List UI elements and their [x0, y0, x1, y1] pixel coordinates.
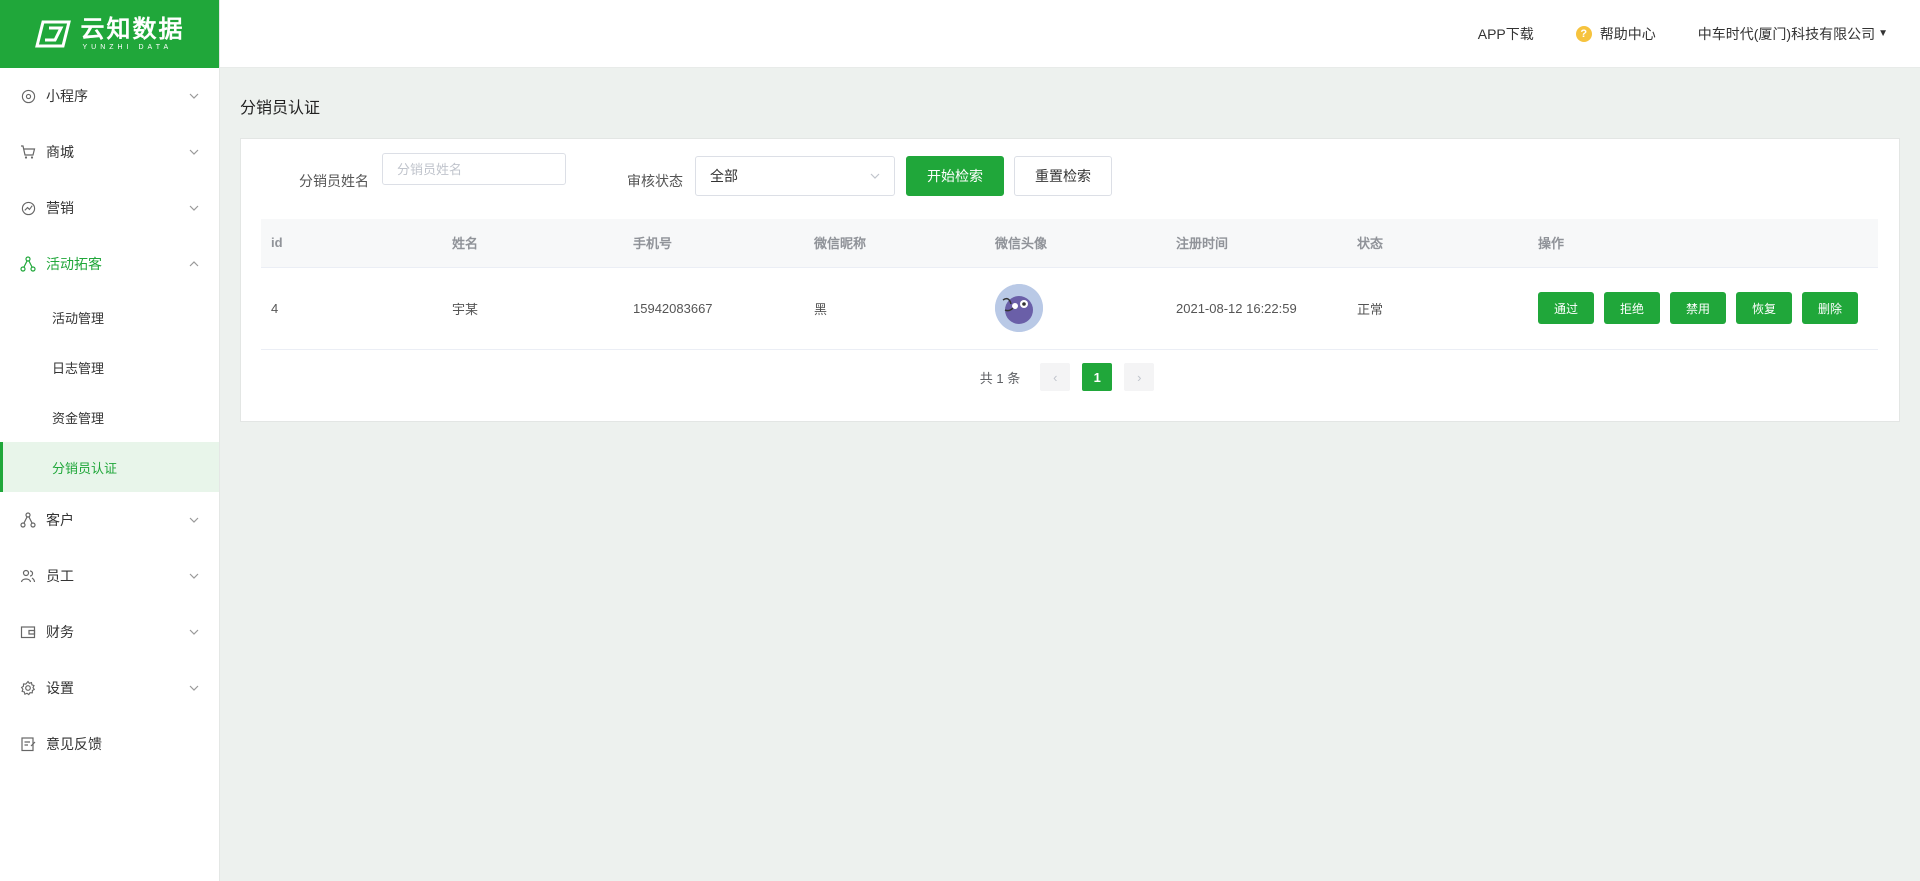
- content-panel: 分销员姓名 审核状态 全部 开始检索 重置检索 id 姓名 手机号 微信昵称 微…: [240, 138, 1900, 422]
- avatar[interactable]: [995, 284, 1043, 332]
- avatar-image: [995, 284, 1043, 332]
- approve-button[interactable]: 通过: [1538, 292, 1594, 324]
- chevron-down-icon: [870, 173, 880, 179]
- column-header-name: 姓名: [442, 219, 623, 268]
- page-title: 分销员认证: [240, 100, 321, 117]
- chevron-down-icon: [189, 573, 199, 579]
- sidebar-item-label: 小程序: [46, 88, 88, 104]
- cart-icon: [20, 144, 36, 160]
- brand-logo[interactable]: 云知数据 YUNZHI DATA: [0, 0, 219, 68]
- gear-icon: [20, 680, 36, 696]
- help-icon: ?: [1575, 25, 1592, 42]
- sidebar-subitem-distributor-auth[interactable]: 分销员认证: [0, 442, 219, 492]
- pagination: 共 1 条 ‹ 1 ›: [241, 363, 1899, 391]
- marketing-icon: [20, 200, 36, 216]
- brand-name: 云知数据: [80, 15, 185, 43]
- column-header-avatar: 微信头像: [985, 219, 1166, 268]
- help-center-link[interactable]: ? 帮助中心: [1575, 24, 1656, 44]
- chevron-down-icon: [189, 517, 199, 523]
- activity-submenu: 活动管理 日志管理 资金管理 分销员认证: [0, 292, 219, 492]
- company-dropdown[interactable]: 中车时代(厦门)科技有限公司 ▼: [1698, 24, 1888, 44]
- distributor-name-input[interactable]: [382, 153, 566, 185]
- reset-button[interactable]: 重置检索: [1014, 156, 1112, 196]
- distributor-table: id 姓名 手机号 微信昵称 微信头像 注册时间 状态 操作 4 宇某 1594…: [261, 219, 1878, 350]
- search-button[interactable]: 开始检索: [906, 156, 1004, 196]
- sidebar-item-mall[interactable]: 商城: [0, 124, 219, 180]
- miniprogram-icon: [20, 88, 36, 104]
- sidebar-item-label: 商城: [46, 144, 74, 160]
- sidebar-item-settings[interactable]: 设置: [0, 660, 219, 716]
- sidebar-item-label: 财务: [46, 624, 74, 640]
- column-header-id: id: [261, 219, 442, 268]
- row-actions: 通过 拒绝 禁用 恢复 删除: [1538, 292, 1878, 324]
- logo-mark-icon: [34, 20, 71, 48]
- reject-button[interactable]: 拒绝: [1604, 292, 1660, 324]
- chevron-down-icon: [189, 149, 199, 155]
- sidebar-subitem-fund-manage[interactable]: 资金管理: [0, 392, 219, 442]
- filter-bar: 分销员姓名 审核状态 全部 开始检索 重置检索: [241, 153, 1899, 199]
- help-center-label: 帮助中心: [1599, 25, 1656, 42]
- staff-icon: [20, 568, 36, 584]
- status-select-value: 全部: [710, 168, 738, 184]
- restore-button[interactable]: 恢复: [1736, 292, 1792, 324]
- sidebar-item-customer[interactable]: 客户: [0, 492, 219, 548]
- column-header-registered: 注册时间: [1166, 219, 1347, 268]
- activity-icon: [20, 256, 36, 272]
- sidebar-item-activity[interactable]: 活动拓客: [0, 236, 219, 292]
- sidebar-item-miniprogram[interactable]: 小程序: [0, 68, 219, 124]
- chevron-down-icon: [189, 205, 199, 211]
- disable-button[interactable]: 禁用: [1670, 292, 1726, 324]
- delete-button[interactable]: 删除: [1802, 292, 1858, 324]
- status-select[interactable]: 全部: [695, 156, 895, 196]
- cell-nickname: 黑: [814, 301, 828, 317]
- sidebar-item-label: 活动拓客: [46, 256, 102, 272]
- cell-registered: 2021-08-12 16:22:59: [1176, 300, 1297, 316]
- pagination-total: 共 1 条: [979, 370, 1021, 386]
- sidebar-item-staff[interactable]: 员工: [0, 548, 219, 604]
- sidebar-item-feedback[interactable]: 意见反馈: [0, 716, 219, 772]
- next-page-button[interactable]: ›: [1124, 363, 1155, 391]
- caret-down-icon: ▼: [1878, 28, 1888, 39]
- sidebar-menu: 小程序 商城 营销 活动拓客 活动管理 日志管理 资金管理 分销员认证 客户 员…: [0, 68, 219, 772]
- page-number-current[interactable]: 1: [1082, 363, 1113, 391]
- status-filter-label: 审核状态: [627, 173, 683, 189]
- sidebar-item-label: 设置: [46, 680, 74, 696]
- sidebar: 云知数据 YUNZHI DATA 小程序 商城 营销 活动拓客 活动管理 日志管…: [0, 0, 220, 881]
- company-name: 中车时代(厦门)科技有限公司: [1697, 25, 1876, 42]
- cell-phone: 15942083667: [633, 300, 713, 316]
- column-header-status: 状态: [1347, 219, 1528, 268]
- column-header-actions: 操作: [1528, 219, 1878, 268]
- feedback-icon: [20, 736, 36, 752]
- chevron-down-icon: [189, 93, 199, 99]
- sidebar-item-label: 营销: [46, 200, 74, 216]
- chevron-down-icon: [189, 629, 199, 635]
- sidebar-item-label: 员工: [46, 568, 74, 584]
- cell-status: 正常: [1357, 301, 1384, 317]
- name-filter-label: 分销员姓名: [299, 173, 369, 189]
- column-header-phone: 手机号: [623, 219, 804, 268]
- table-row: 4 宇某 15942083667 黑 2021-08-12 16:22:59 正…: [261, 267, 1878, 349]
- wallet-icon: [20, 624, 36, 640]
- sidebar-item-label: 客户: [46, 512, 74, 528]
- cell-name: 宇某: [452, 301, 479, 317]
- brand-name-en: YUNZHI DATA: [82, 43, 173, 51]
- table-header-row: id 姓名 手机号 微信昵称 微信头像 注册时间 状态 操作: [261, 219, 1878, 268]
- app-download-link[interactable]: APP下载: [1478, 24, 1534, 44]
- sidebar-subitem-activity-manage[interactable]: 活动管理: [0, 292, 219, 342]
- chevron-down-icon: [189, 685, 199, 691]
- chevron-up-icon: [189, 261, 199, 267]
- top-header: APP下载 ? 帮助中心 中车时代(厦门)科技有限公司 ▼: [220, 0, 1920, 68]
- sidebar-item-label: 意见反馈: [46, 736, 102, 752]
- column-header-nickname: 微信昵称: [804, 219, 985, 268]
- prev-page-button[interactable]: ‹: [1040, 363, 1071, 391]
- sidebar-item-finance[interactable]: 财务: [0, 604, 219, 660]
- sidebar-item-marketing[interactable]: 营销: [0, 180, 219, 236]
- cell-id: 4: [271, 300, 279, 316]
- customer-icon: [20, 512, 36, 528]
- sidebar-subitem-log-manage[interactable]: 日志管理: [0, 342, 219, 392]
